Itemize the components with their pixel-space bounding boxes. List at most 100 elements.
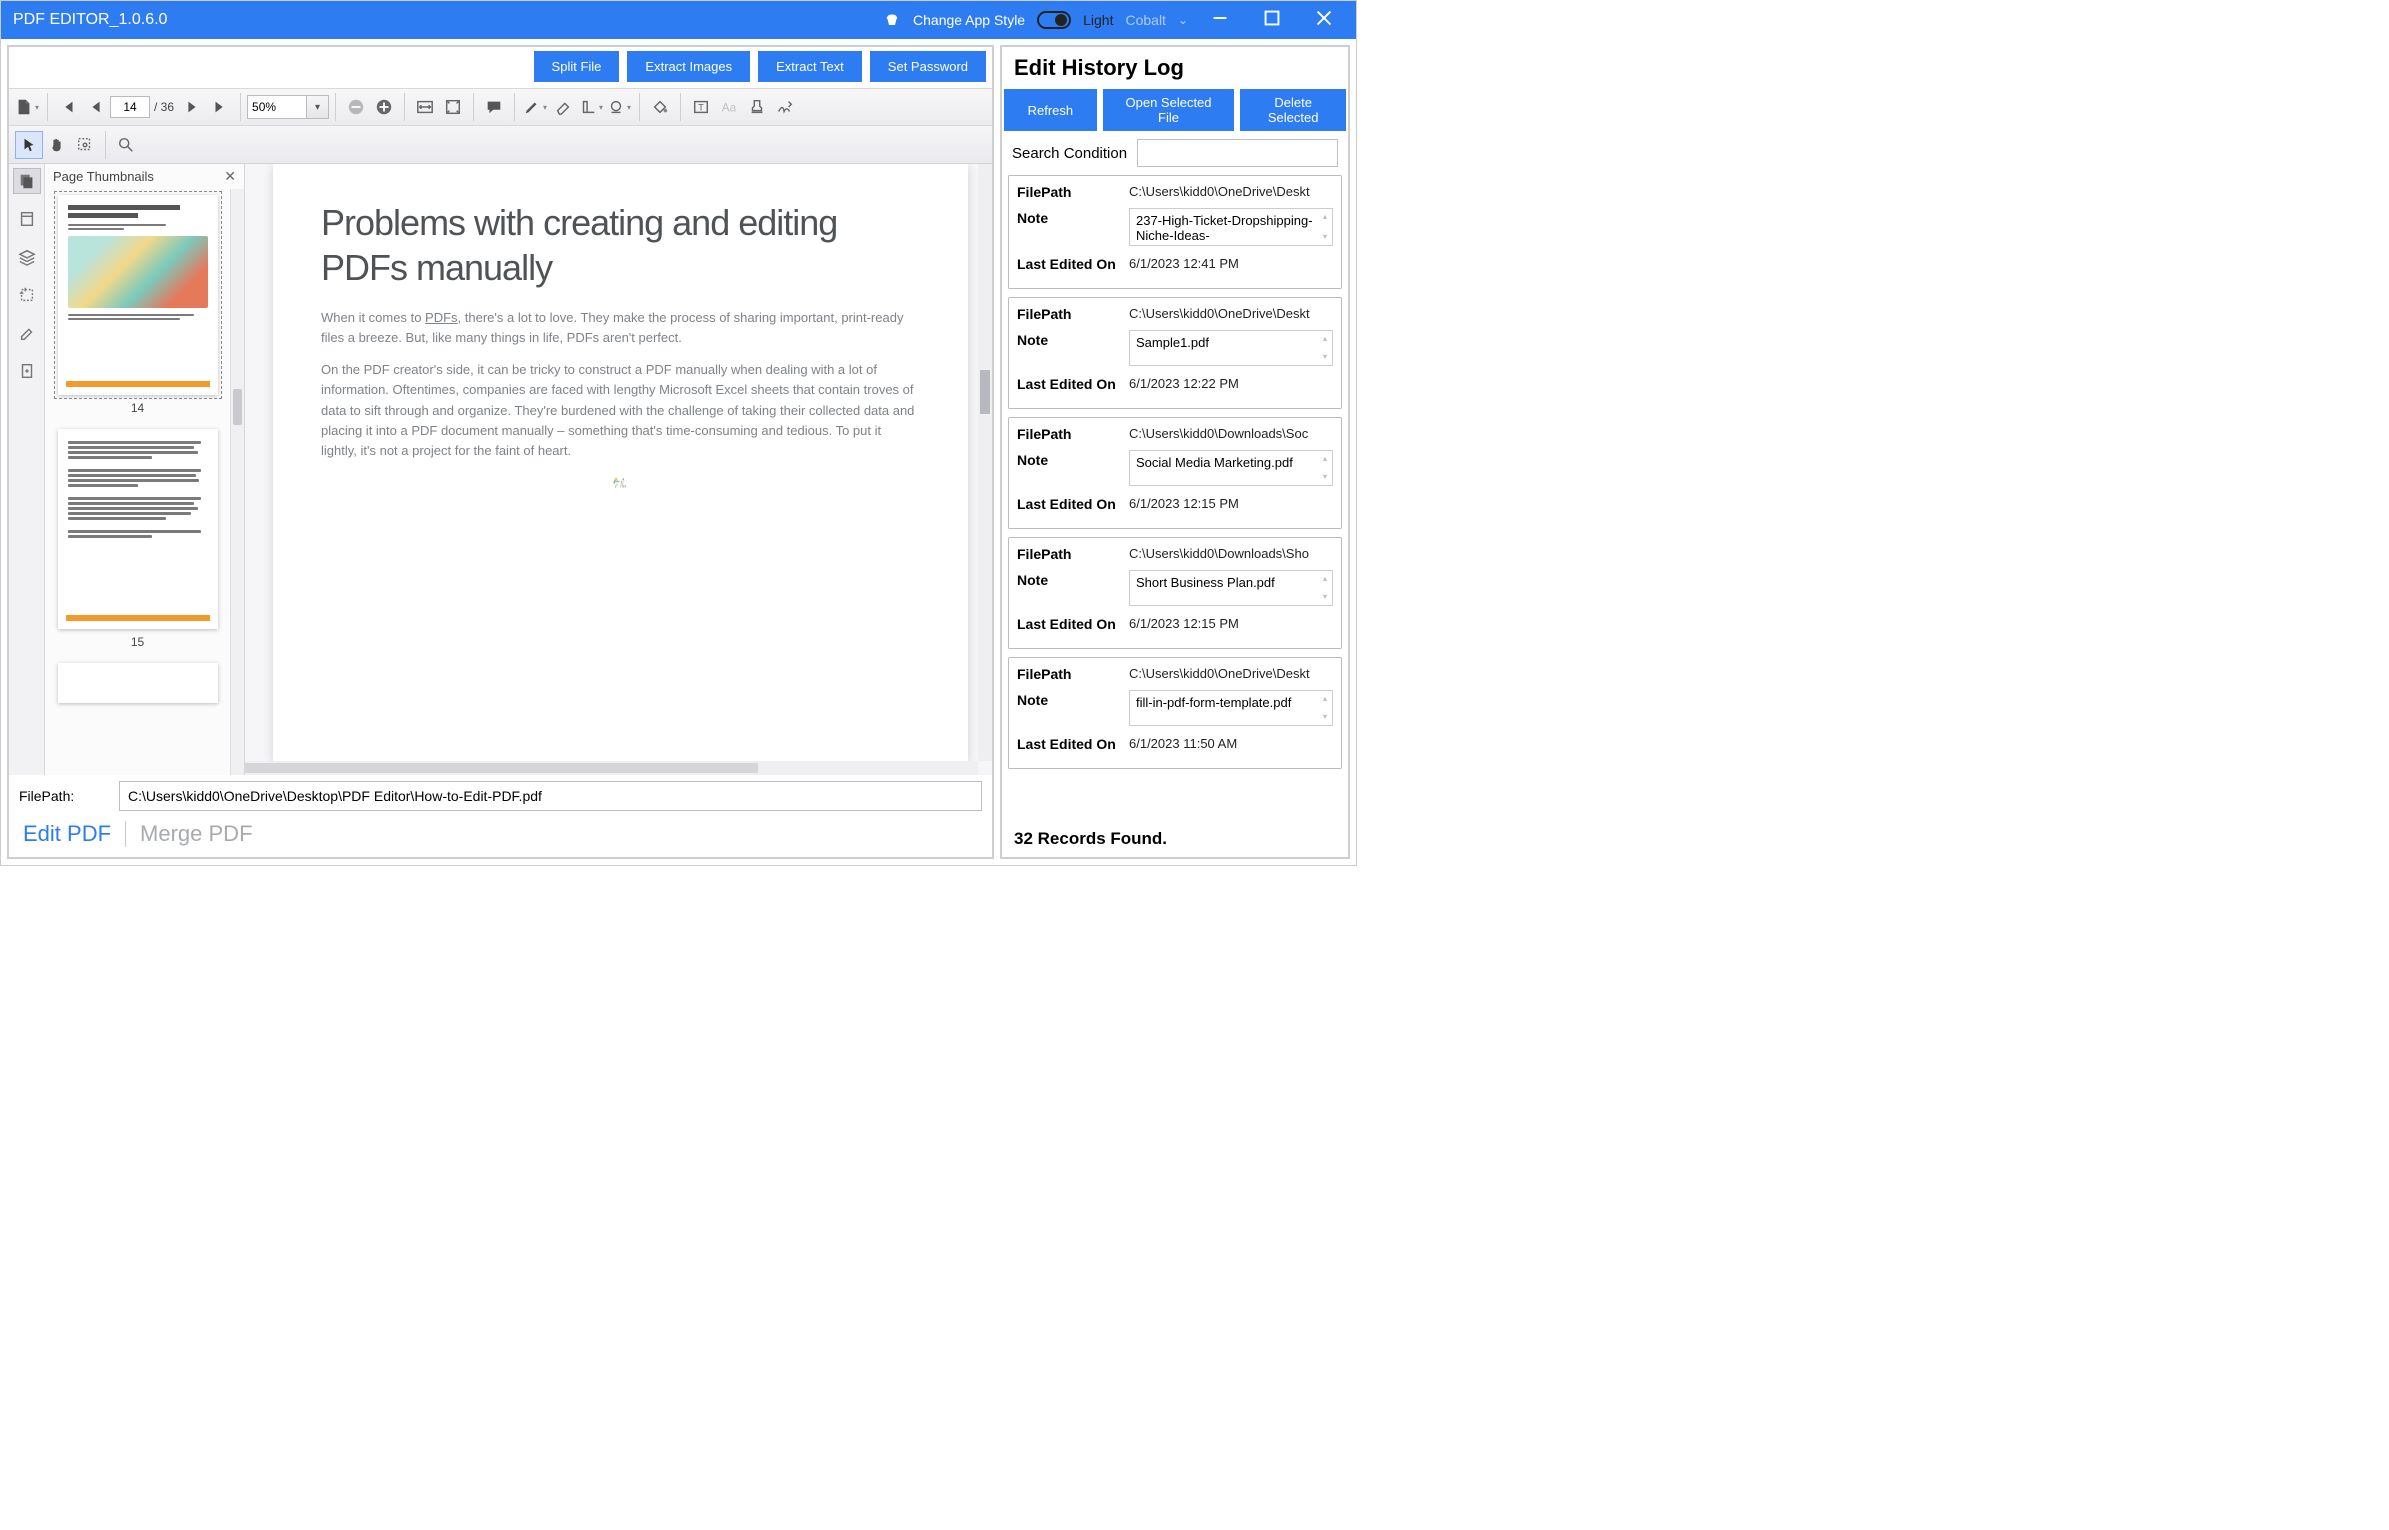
action-button-row: Split File Extract Images Extract Text S… xyxy=(9,47,992,88)
history-panel: Edit History Log Refresh Open Selected F… xyxy=(1000,45,1350,859)
page-heading: Problems with creating and editing PDFs … xyxy=(321,200,920,290)
filepath-label: FilePath: xyxy=(19,788,109,804)
record-note-label: Note xyxy=(1017,690,1129,708)
minimize-button[interactable] xyxy=(1200,9,1240,32)
edit-tab-icon[interactable] xyxy=(13,320,41,346)
record-note-input[interactable]: fill-in-pdf-form-template.pdf▴▾ xyxy=(1129,690,1333,726)
first-page-icon[interactable] xyxy=(54,93,82,121)
close-button[interactable] xyxy=(1304,9,1344,32)
zoom-dropdown-icon[interactable]: ▾ xyxy=(307,95,329,119)
record-edited-label: Last Edited On xyxy=(1017,494,1129,512)
main-panel: Split File Extract Images Extract Text S… xyxy=(7,45,994,859)
eraser-icon[interactable] xyxy=(549,93,577,121)
delete-selected-button[interactable]: Delete Selected xyxy=(1240,89,1346,131)
chevron-down-icon[interactable]: ⌄ xyxy=(1178,13,1188,27)
page-illustration: PDF xyxy=(321,473,920,494)
cursor-toolbar xyxy=(9,126,992,164)
thumbnails-title: Page Thumbnails xyxy=(53,169,154,184)
thumbnail-label: 15 xyxy=(57,635,218,649)
fit-width-icon[interactable] xyxy=(411,93,439,121)
main-toolbar: ▾ / 36 50% ▾ ▾ xyxy=(9,88,992,126)
theme-name[interactable]: Cobalt xyxy=(1125,12,1165,28)
page-total-label: / 36 xyxy=(154,100,174,114)
thumbnail-item[interactable]: 15 xyxy=(57,429,218,649)
record-edited-label: Last Edited On xyxy=(1017,614,1129,632)
canvas-horizontal-scrollbar[interactable] xyxy=(245,761,978,775)
page-canvas[interactable]: Problems with creating and editing PDFs … xyxy=(245,164,992,775)
filepath-row: FilePath: xyxy=(9,775,992,817)
pointer-tool-icon[interactable] xyxy=(15,131,43,159)
ink-tool-icon[interactable]: ▾ xyxy=(605,93,633,121)
theme-toggle[interactable] xyxy=(1037,11,1071,29)
next-page-icon[interactable] xyxy=(178,93,206,121)
extract-images-button[interactable]: Extract Images xyxy=(627,51,750,82)
record-note-input[interactable]: Sample1.pdf▴▾ xyxy=(1129,330,1333,366)
extract-text-button[interactable]: Extract Text xyxy=(758,51,862,82)
hand-tool-icon[interactable] xyxy=(43,131,71,159)
history-record[interactable]: FilePathC:\Users\kidd0\Downloads\SocNote… xyxy=(1008,417,1342,529)
record-filepath-label: FilePath xyxy=(1017,182,1129,200)
history-record[interactable]: FilePathC:\Users\kidd0\OneDrive\DesktNot… xyxy=(1008,175,1342,289)
zoom-out-icon[interactable] xyxy=(342,93,370,121)
record-note-label: Note xyxy=(1017,450,1129,468)
record-note-label: Note xyxy=(1017,330,1129,348)
new-page-tab-icon[interactable] xyxy=(13,358,41,384)
text-box-icon[interactable]: T xyxy=(687,93,715,121)
layers-tab-icon[interactable] xyxy=(13,244,41,270)
thumbnails-scrollbar[interactable] xyxy=(230,189,244,775)
file-menu-icon[interactable]: ▾ xyxy=(13,93,41,121)
bottom-tabs: Edit PDF Merge PDF xyxy=(9,817,992,857)
search-condition-input[interactable] xyxy=(1137,139,1338,167)
history-record[interactable]: FilePathC:\Users\kidd0\OneDrive\DesktNot… xyxy=(1008,657,1342,769)
fit-page-icon[interactable] xyxy=(439,93,467,121)
history-records-list[interactable]: FilePathC:\Users\kidd0\OneDrive\DesktNot… xyxy=(1002,175,1348,823)
record-edited-value: 6/1/2023 11:50 AM xyxy=(1129,734,1333,751)
record-note-input[interactable]: 237-High-Ticket-Dropshipping-Niche-Ideas… xyxy=(1129,208,1333,246)
close-thumbnails-icon[interactable]: ✕ xyxy=(224,168,236,185)
record-edited-value: 6/1/2023 12:15 PM xyxy=(1129,614,1333,631)
history-record[interactable]: FilePathC:\Users\kidd0\Downloads\ShoNote… xyxy=(1008,537,1342,649)
split-file-button[interactable]: Split File xyxy=(534,51,620,82)
search-icon[interactable] xyxy=(112,131,140,159)
theme-mode-label: Light xyxy=(1083,12,1113,28)
maximize-button[interactable] xyxy=(1252,9,1292,32)
history-title: Edit History Log xyxy=(1002,47,1348,89)
stamp-icon[interactable] xyxy=(743,93,771,121)
record-edited-label: Last Edited On xyxy=(1017,254,1129,272)
tab-edit-pdf[interactable]: Edit PDF xyxy=(23,821,111,847)
crop-tab-icon[interactable] xyxy=(13,282,41,308)
record-filepath-value: C:\Users\kidd0\OneDrive\Deskt xyxy=(1129,182,1333,199)
text-highlight-icon[interactable]: ▾ xyxy=(577,93,605,121)
highlighter-icon[interactable]: ▾ xyxy=(521,93,549,121)
record-note-label: Note xyxy=(1017,208,1129,226)
paint-bucket-icon[interactable] xyxy=(646,93,674,121)
thumbnails-list[interactable]: 14 xyxy=(45,189,230,775)
titlebar: PDF EDITOR_1.0.6.0 Change App Style Ligh… xyxy=(1,1,1356,39)
signature-icon[interactable] xyxy=(771,93,799,121)
zoom-in-icon[interactable] xyxy=(370,93,398,121)
filepath-input[interactable] xyxy=(119,781,982,811)
prev-page-icon[interactable] xyxy=(82,93,110,121)
refresh-button[interactable]: Refresh xyxy=(1004,89,1097,131)
thumbnails-tab-icon[interactable] xyxy=(13,168,41,194)
marquee-tool-icon[interactable] xyxy=(71,131,99,159)
comment-icon[interactable] xyxy=(480,93,508,121)
svg-text:T: T xyxy=(698,103,704,113)
record-note-input[interactable]: Social Media Marketing.pdf▴▾ xyxy=(1129,450,1333,486)
history-record[interactable]: FilePathC:\Users\kidd0\OneDrive\DesktNot… xyxy=(1008,297,1342,409)
zoom-select[interactable]: 50% xyxy=(247,95,307,119)
thumbnail-item[interactable] xyxy=(57,663,218,703)
record-filepath-value: C:\Users\kidd0\Downloads\Soc xyxy=(1129,424,1333,441)
last-page-icon[interactable] xyxy=(206,93,234,121)
open-selected-button[interactable]: Open Selected File xyxy=(1103,89,1235,131)
page-number-input[interactable] xyxy=(110,96,150,118)
set-password-button[interactable]: Set Password xyxy=(870,51,986,82)
record-note-input[interactable]: Short Business Plan.pdf▴▾ xyxy=(1129,570,1333,606)
change-style-label: Change App Style xyxy=(913,12,1025,28)
canvas-vertical-scrollbar[interactable] xyxy=(978,164,992,761)
thumbnails-panel: Page Thumbnails ✕ xyxy=(45,164,245,775)
thumbnail-item[interactable]: 14 xyxy=(57,195,218,415)
record-filepath-value: C:\Users\kidd0\OneDrive\Deskt xyxy=(1129,664,1333,681)
tab-merge-pdf[interactable]: Merge PDF xyxy=(140,821,252,847)
bookmarks-tab-icon[interactable] xyxy=(13,206,41,232)
